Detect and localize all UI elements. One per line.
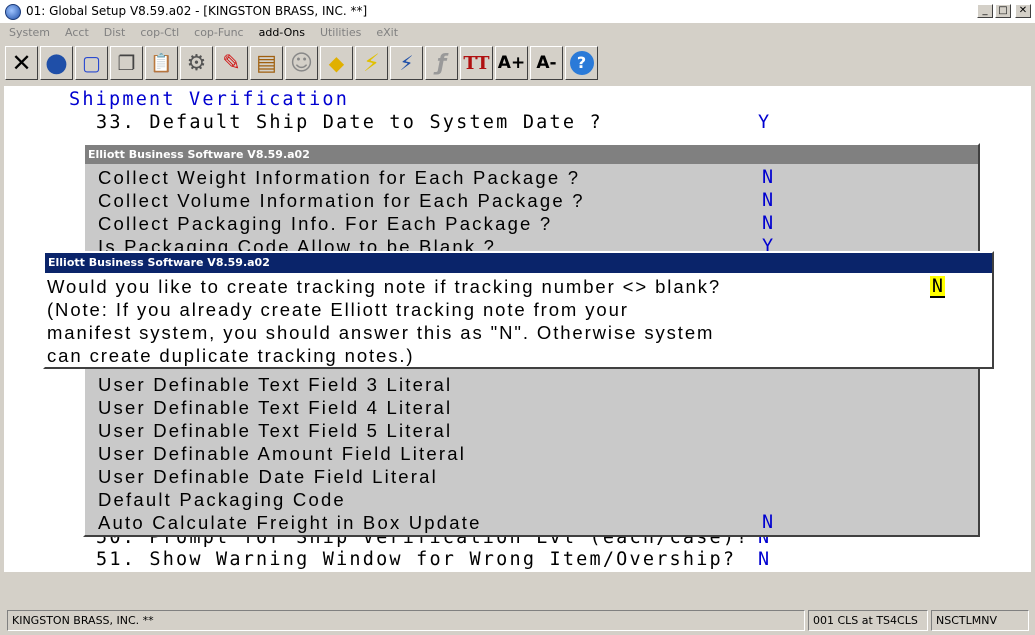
edit-icon: ✎ xyxy=(222,50,241,76)
window-lightning-icon: ⚡ xyxy=(399,51,414,75)
tracking-note-line: (Note: If you already create Elliott tra… xyxy=(47,299,629,320)
menu-system[interactable]: System xyxy=(9,24,50,42)
close-icon: ✕ xyxy=(11,49,32,77)
toolbar-button-settings[interactable]: ⚙ xyxy=(180,46,213,80)
dialog-row-label: User Definable Text Field 5 Literal xyxy=(98,420,453,441)
dialog-row-value[interactable]: N xyxy=(762,167,773,189)
title-bar: 01: Global Setup V8.59.a02 - [KINGSTON B… xyxy=(0,0,1035,24)
setting-value-51: N xyxy=(758,549,770,570)
notes-icon: ▤ xyxy=(256,50,277,76)
toolbar-button-paste[interactable]: 📋 xyxy=(145,46,178,80)
menu-bar: System Acct Dist cop-Ctl cop-Func add-On… xyxy=(0,24,1035,42)
paste-icon: 📋 xyxy=(150,52,173,74)
minimize-button[interactable]: _ xyxy=(977,4,993,18)
menu-cop-ctl[interactable]: cop-Ctl xyxy=(140,24,179,42)
dialog-row-label: Default Packaging Code xyxy=(98,489,346,510)
status-company: KINGSTON BRASS, INC. ** xyxy=(7,610,805,631)
dialog-row-label: User Definable Text Field 3 Literal xyxy=(98,374,453,395)
help-icon: ? xyxy=(569,51,594,75)
setting-line-33: 33. Default Ship Date to System Date ? xyxy=(96,112,603,133)
tracking-question: Would you like to create tracking note i… xyxy=(47,276,722,297)
dialog-row-label: Collect Packaging Info. For Each Package… xyxy=(98,213,553,234)
menu-acct[interactable]: Acct xyxy=(65,24,89,42)
dialog-title-bar: Elliott Business Software V8.59.a02 xyxy=(45,253,992,273)
dialog-row-value[interactable]: N xyxy=(762,512,773,534)
dialog-row-value[interactable]: N xyxy=(762,213,773,235)
font-decrease-icon: A- xyxy=(536,53,557,73)
tag-icon: ◆ xyxy=(328,51,345,75)
font-icon: TT xyxy=(463,52,490,74)
dialog-row-value[interactable]: N xyxy=(762,190,773,212)
toolbar-button-lightning[interactable]: ⚡ xyxy=(355,46,388,80)
toolbar-button-font-increase[interactable]: A+ xyxy=(495,46,528,80)
dialog-row-label: Collect Weight Information for Each Pack… xyxy=(98,167,581,188)
toolbar-button-users[interactable]: ☺ xyxy=(285,46,318,80)
status-session: 001 CLS at TS4CLS xyxy=(808,610,928,631)
font-increase-icon: A+ xyxy=(497,53,526,73)
section-title: Shipment Verification xyxy=(69,89,350,110)
dialog-row-label: Auto Calculate Freight in Box Update xyxy=(98,512,482,533)
menu-utilities[interactable]: Utilities xyxy=(320,24,361,42)
toolbar-button-copy[interactable]: ❐ xyxy=(110,46,143,80)
select-icon: ▢ xyxy=(82,51,101,75)
toolbar-button-help[interactable]: ? xyxy=(565,46,598,80)
menu-dist[interactable]: Dist xyxy=(104,24,126,42)
dialog-row-label: User Definable Text Field 4 Literal xyxy=(98,397,453,418)
toolbar-button-window-lightning[interactable]: ⚡ xyxy=(390,46,423,80)
tracking-note-line: manifest system, you should answer this … xyxy=(47,322,715,343)
toolbar-button-select[interactable]: ▢ xyxy=(75,46,108,80)
menu-exit[interactable]: eXit xyxy=(376,24,398,42)
tracking-note-dialog: Elliott Business Software V8.59.a02 Woul… xyxy=(43,251,994,369)
toolbar: ✕ ● ▢ ❐ 📋 ⚙ ✎ ▤ ☺ ◆ ⚡ ⚡ ƒ TT A+ A- ? xyxy=(0,44,1035,82)
dialog-row-label: Collect Volume Information for Each Pack… xyxy=(98,190,585,211)
dialog-row-label: User Definable Date Field Literal xyxy=(98,466,438,487)
copy-icon: ❐ xyxy=(117,51,136,75)
tracking-note-line: can create duplicate tracking notes.) xyxy=(47,345,415,366)
function-icon: ƒ xyxy=(436,50,447,76)
toolbar-button-font[interactable]: TT xyxy=(460,46,493,80)
setting-line-51: 51. Show Warning Window for Wrong Item/O… xyxy=(96,549,737,570)
menu-cop-func[interactable]: cop-Func xyxy=(194,24,243,42)
status-user: NSCTLMNV xyxy=(931,610,1029,631)
dialog-row-label: User Definable Amount Field Literal xyxy=(98,443,467,464)
toolbar-button-function[interactable]: ƒ xyxy=(425,46,458,80)
users-icon: ☺ xyxy=(290,50,313,76)
globe-icon: ● xyxy=(45,48,68,78)
toolbar-button-notes[interactable]: ▤ xyxy=(250,46,283,80)
status-bar: KINGSTON BRASS, INC. ** 001 CLS at TS4CL… xyxy=(0,608,1035,633)
menu-add-ons[interactable]: add-Ons xyxy=(259,24,305,42)
dialog-title-bar: Elliott Business Software V8.59.a02 xyxy=(85,145,978,164)
window-controls: _ □ ✕ xyxy=(977,4,1031,18)
gear-icon: ⚙ xyxy=(186,50,207,76)
toolbar-button-edit[interactable]: ✎ xyxy=(215,46,248,80)
app-icon[interactable] xyxy=(5,4,21,20)
lightning-icon: ⚡ xyxy=(363,49,380,77)
toolbar-button-font-decrease[interactable]: A- xyxy=(530,46,563,80)
toolbar-button-globe[interactable]: ● xyxy=(40,46,73,80)
maximize-button[interactable]: □ xyxy=(995,4,1011,18)
setting-value-33: Y xyxy=(758,112,770,133)
toolbar-button-close[interactable]: ✕ xyxy=(5,46,38,80)
window-title: 01: Global Setup V8.59.a02 - [KINGSTON B… xyxy=(26,4,368,18)
toolbar-button-tag[interactable]: ◆ xyxy=(320,46,353,80)
tracking-answer-input[interactable]: N xyxy=(930,276,945,298)
close-button[interactable]: ✕ xyxy=(1015,4,1031,18)
